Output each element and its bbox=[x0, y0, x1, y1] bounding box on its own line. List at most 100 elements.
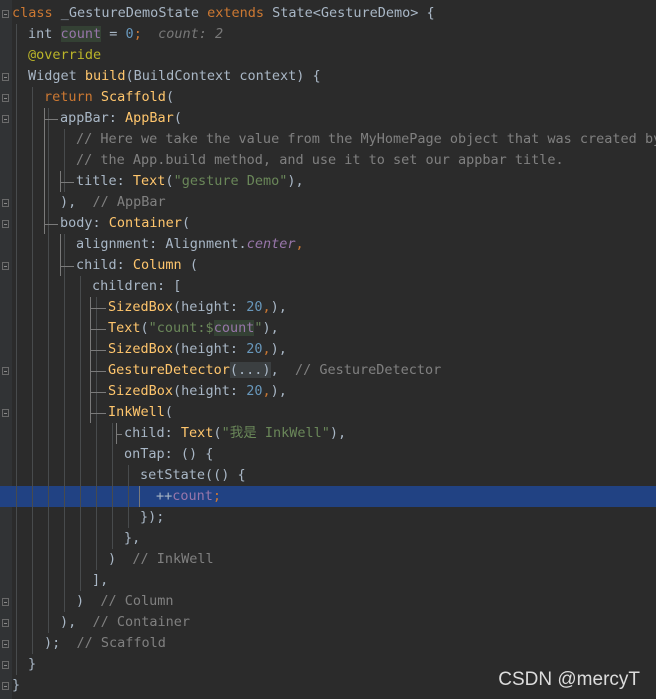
code-text: // the App.build method, and use it to s… bbox=[76, 150, 564, 171]
code-line[interactable]: }); bbox=[0, 507, 656, 528]
code-token: count: 2 bbox=[141, 26, 224, 42]
code-text: SizedBox(height: 20,), bbox=[108, 297, 287, 318]
code-line[interactable]: ), // AppBar bbox=[0, 192, 656, 213]
code-token: @override bbox=[28, 47, 102, 63]
code-token: , bbox=[295, 236, 304, 252]
indent-guide bbox=[139, 486, 140, 507]
code-token: ( bbox=[181, 257, 198, 273]
code-token: count bbox=[60, 26, 102, 42]
code-token: , bbox=[262, 341, 271, 357]
code-line[interactable]: appBar: AppBar( bbox=[0, 108, 656, 129]
code-token: Text bbox=[132, 173, 166, 189]
code-line[interactable]: child: Column ( bbox=[0, 255, 656, 276]
indent-guide bbox=[16, 24, 17, 675]
code-token: // Scaffold bbox=[76, 635, 166, 651]
code-token: SizedBox bbox=[108, 383, 174, 399]
code-line[interactable]: // the App.build method, and use it to s… bbox=[0, 150, 656, 171]
indent-guide bbox=[44, 108, 45, 234]
code-token: "我是 InkWell" bbox=[221, 425, 330, 441]
code-line[interactable]: children: [ bbox=[0, 276, 656, 297]
code-token: ), bbox=[270, 299, 287, 315]
code-token: ) bbox=[108, 551, 133, 567]
code-token: , bbox=[270, 362, 295, 378]
code-token: build bbox=[84, 68, 126, 84]
indent-guide bbox=[90, 350, 106, 351]
code-line[interactable]: ], bbox=[0, 570, 656, 591]
indent-guide bbox=[96, 297, 97, 570]
code-token: title: bbox=[76, 173, 133, 189]
code-line[interactable]: Widget build(BuildContext context) { bbox=[0, 66, 656, 87]
code-text: SizedBox(height: 20,), bbox=[108, 381, 287, 402]
code-token: 20 bbox=[246, 341, 263, 357]
code-token: AppBar bbox=[125, 110, 174, 126]
code-line[interactable]: ), // Container bbox=[0, 612, 656, 633]
indent-guide bbox=[60, 182, 74, 183]
code-text: }); bbox=[140, 507, 164, 528]
code-line[interactable]: }, bbox=[0, 528, 656, 549]
code-token: ), bbox=[262, 320, 279, 336]
indent-guide bbox=[48, 108, 49, 633]
code-line[interactable]: setState(() { bbox=[0, 465, 656, 486]
code-token: setState(() { bbox=[140, 467, 246, 483]
code-line[interactable]: body: Container( bbox=[0, 213, 656, 234]
code-token: SizedBox bbox=[108, 341, 174, 357]
code-token: child: bbox=[124, 425, 181, 441]
code-token: ), bbox=[270, 383, 287, 399]
code-token: Column bbox=[132, 257, 182, 273]
code-line[interactable]: title: Text("gesture Demo"), bbox=[0, 171, 656, 192]
code-token: SizedBox bbox=[108, 299, 174, 315]
code-editor[interactable]: class _GestureDemoState extends State<Ge… bbox=[0, 0, 656, 699]
code-token: , bbox=[262, 383, 271, 399]
code-token: } bbox=[28, 656, 37, 672]
code-line[interactable]: onTap: () { bbox=[0, 444, 656, 465]
code-token: body: bbox=[60, 215, 109, 231]
indent-guide bbox=[90, 329, 106, 330]
code-line[interactable]: child: Text("我是 InkWell"), bbox=[0, 423, 656, 444]
code-token: 0 bbox=[125, 26, 134, 42]
code-token: (height: bbox=[173, 383, 247, 399]
code-token: child: bbox=[76, 257, 133, 273]
code-token: (...) bbox=[229, 362, 271, 378]
code-line[interactable]: @override bbox=[0, 45, 656, 66]
code-token: class bbox=[12, 5, 61, 21]
watermark: CSDN @mercyT bbox=[498, 669, 640, 690]
indent-guide bbox=[90, 392, 106, 393]
code-text: ), // Container bbox=[60, 612, 190, 633]
code-text: ) // InkWell bbox=[108, 549, 214, 570]
code-line[interactable]: ); // Scaffold bbox=[0, 633, 656, 654]
code-token: ), bbox=[60, 194, 93, 210]
code-token: // Container bbox=[92, 614, 191, 630]
code-token: ++ bbox=[156, 488, 173, 504]
code-text: children: [ bbox=[92, 276, 181, 297]
code-line[interactable]: int count = 0; count: 2 bbox=[0, 24, 656, 45]
code-line[interactable]: return Scaffold( bbox=[0, 87, 656, 108]
code-token: return bbox=[44, 89, 101, 105]
code-line[interactable]: alignment: Alignment.center, bbox=[0, 234, 656, 255]
indent-guide bbox=[60, 234, 61, 276]
code-text: setState(() { bbox=[140, 465, 246, 486]
code-token: ); bbox=[44, 635, 77, 651]
code-text: InkWell( bbox=[108, 402, 173, 423]
code-line[interactable]: ++count; bbox=[0, 486, 656, 507]
code-token: ), bbox=[287, 173, 304, 189]
code-line[interactable]: class _GestureDemoState extends State<Ge… bbox=[0, 3, 656, 24]
code-token: appBar: bbox=[60, 110, 126, 126]
code-token: // GestureDetector bbox=[294, 362, 442, 378]
code-text: ], bbox=[92, 570, 108, 591]
code-line[interactable]: ) // InkWell bbox=[0, 549, 656, 570]
code-token: , bbox=[262, 299, 271, 315]
indent-guide bbox=[64, 234, 65, 612]
code-token: // Here we take the value from the MyHom… bbox=[76, 131, 656, 147]
code-token: int bbox=[28, 26, 61, 42]
code-token: Text bbox=[180, 425, 214, 441]
code-line[interactable]: ) // Column bbox=[0, 591, 656, 612]
code-line[interactable]: // Here we take the value from the MyHom… bbox=[0, 129, 656, 150]
code-token: ), bbox=[60, 614, 93, 630]
code-token: // Column bbox=[100, 593, 174, 609]
code-token: ) bbox=[76, 593, 101, 609]
code-text: ), // AppBar bbox=[60, 192, 166, 213]
code-text: child: Column ( bbox=[76, 255, 198, 276]
code-token: count bbox=[172, 488, 213, 504]
code-text: appBar: AppBar( bbox=[60, 108, 182, 129]
code-token: extends bbox=[207, 5, 273, 21]
